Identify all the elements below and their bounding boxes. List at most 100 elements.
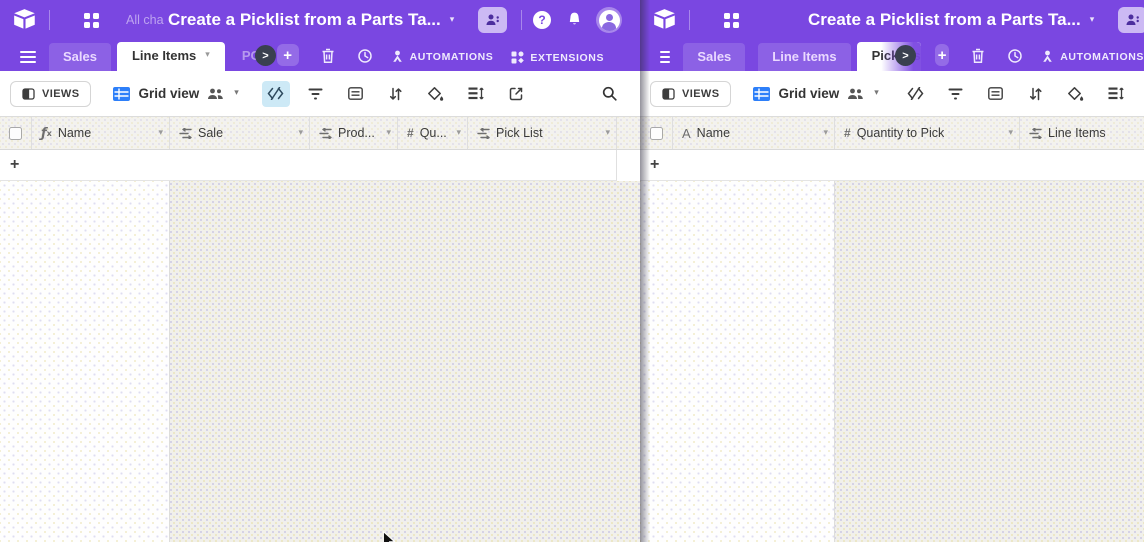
search-button[interactable] bbox=[595, 81, 623, 107]
group-icon bbox=[348, 87, 363, 100]
views-sidebar-toggle-button[interactable]: VIEWS bbox=[10, 81, 91, 107]
base-title: Create a Picklist from a Parts Ta... bbox=[168, 10, 441, 30]
chevron-down-icon[interactable]: ▾ bbox=[605, 129, 610, 138]
number-field-icon: # bbox=[407, 126, 414, 140]
search-icon bbox=[602, 86, 617, 101]
user-avatar[interactable] bbox=[596, 7, 622, 33]
chevron-down-icon[interactable]: ▾ bbox=[456, 129, 461, 138]
chevron-down-icon[interactable]: ▾ bbox=[158, 129, 163, 138]
column-header-product[interactable]: Prod... ▾ bbox=[310, 117, 398, 149]
column-header-sale[interactable]: Sale ▾ bbox=[170, 117, 310, 149]
trash-icon[interactable] bbox=[971, 48, 985, 64]
views-sidebar-toggle-button[interactable]: VIEWS bbox=[650, 81, 731, 107]
airtable-logo-icon[interactable] bbox=[652, 8, 678, 32]
base-title-button[interactable]: Create a Picklist from a Parts Ta... ▾ bbox=[808, 0, 1094, 40]
share-view-button[interactable] bbox=[502, 81, 530, 107]
share-collaborators-button[interactable] bbox=[478, 7, 507, 33]
mouse-cursor bbox=[383, 531, 396, 542]
top-header-bar: All cha Create a Picklist from a Parts T… bbox=[0, 0, 640, 40]
chevron-down-icon: ▾ bbox=[234, 89, 239, 98]
add-table-button[interactable]: + bbox=[935, 44, 949, 66]
current-view-selector[interactable]: Grid view ▾ bbox=[753, 86, 878, 101]
single-line-text-field-icon: A bbox=[682, 126, 691, 141]
collaborators-icon bbox=[847, 88, 864, 100]
views-sidebar-icon bbox=[22, 88, 35, 100]
sort-button[interactable] bbox=[1022, 81, 1050, 107]
chevron-down-icon[interactable]: ▾ bbox=[823, 129, 828, 138]
primary-column-strip bbox=[0, 181, 170, 542]
view-toolbar: VIEWS Grid view ▾ bbox=[640, 71, 1144, 117]
trash-icon[interactable] bbox=[321, 48, 335, 64]
row-height-icon bbox=[1108, 87, 1124, 100]
row-height-icon bbox=[468, 87, 484, 100]
app-switcher-icon[interactable] bbox=[84, 13, 99, 28]
table-tab-bar: Sales Line Items Pick List > + AUTOMATIO… bbox=[640, 40, 1144, 71]
chevron-right-overlay-icon: > bbox=[895, 45, 916, 66]
add-table-button[interactable]: + bbox=[277, 44, 299, 66]
filter-button[interactable] bbox=[302, 81, 330, 107]
column-header-name[interactable]: A Name ▾ bbox=[673, 117, 835, 149]
filter-icon bbox=[948, 88, 963, 100]
header-divider bbox=[689, 10, 690, 30]
base-title-button[interactable]: Create a Picklist from a Parts Ta... ▾ bbox=[168, 0, 454, 40]
column-header-quantity-to-pick[interactable]: # Quantity to Pick ▾ bbox=[835, 117, 1020, 149]
extensions-nav[interactable]: EXTENSIONS bbox=[511, 51, 604, 64]
chevron-right-overlay-icon: > bbox=[255, 45, 276, 66]
automations-nav[interactable]: AUTOMATIONS bbox=[391, 50, 494, 64]
column-header-row: ƒx Name ▾ Sale ▾ Prod... ▾ # Qu... ▾ bbox=[0, 117, 640, 150]
row-height-button[interactable] bbox=[1102, 81, 1130, 107]
add-record-row[interactable]: + bbox=[640, 150, 1144, 181]
automations-icon bbox=[391, 50, 404, 64]
select-all-checkbox[interactable] bbox=[0, 117, 32, 149]
sort-icon bbox=[389, 87, 402, 101]
airtable-logo-icon[interactable] bbox=[12, 8, 38, 32]
grid-view-icon bbox=[753, 87, 770, 101]
header-divider bbox=[49, 10, 50, 30]
row-height-button[interactable] bbox=[462, 81, 490, 107]
top-header-bar: Create a Picklist from a Parts Ta... ▾ bbox=[640, 0, 1144, 40]
notifications-bell-icon[interactable] bbox=[566, 11, 583, 28]
sidebar-menu-icon[interactable] bbox=[20, 51, 36, 63]
current-view-selector[interactable]: Grid view ▾ bbox=[113, 86, 238, 101]
column-header-name[interactable]: ƒx Name ▾ bbox=[32, 117, 170, 149]
empty-grid-area bbox=[640, 181, 1144, 542]
tab-line-items[interactable]: Line Items bbox=[758, 43, 850, 71]
hide-fields-button[interactable] bbox=[262, 81, 290, 107]
help-button[interactable]: ? bbox=[533, 11, 551, 29]
linked-record-field-icon bbox=[179, 128, 192, 139]
tab-sales[interactable]: Sales bbox=[683, 43, 745, 71]
chevron-down-icon[interactable]: ▾ bbox=[386, 129, 391, 138]
paint-bucket-icon bbox=[428, 87, 444, 101]
color-button[interactable] bbox=[1062, 81, 1090, 107]
automations-nav[interactable]: AUTOMATIONS bbox=[1041, 50, 1144, 64]
filter-button[interactable] bbox=[942, 81, 970, 107]
views-sidebar-icon bbox=[662, 88, 675, 100]
history-icon[interactable] bbox=[1007, 48, 1023, 64]
sort-icon bbox=[1029, 87, 1042, 101]
app-switcher-icon[interactable] bbox=[724, 13, 739, 28]
group-icon bbox=[988, 87, 1003, 100]
chevron-down-icon[interactable]: ▾ bbox=[1008, 129, 1013, 138]
view-toolbar: VIEWS Grid view ▾ bbox=[0, 71, 640, 117]
sort-button[interactable] bbox=[382, 81, 410, 107]
column-header-line-items[interactable]: Line Items ▾ bbox=[1020, 117, 1144, 149]
hide-fields-button[interactable] bbox=[902, 81, 930, 107]
sidebar-menu-icon[interactable] bbox=[660, 51, 670, 63]
header-divider bbox=[521, 10, 522, 30]
tab-line-items-active[interactable]: Line Items ▾ bbox=[117, 42, 225, 71]
share-view-icon bbox=[509, 87, 523, 101]
chevron-down-icon[interactable]: ▾ bbox=[298, 129, 303, 138]
filter-icon bbox=[308, 88, 323, 100]
group-button[interactable] bbox=[982, 81, 1010, 107]
add-record-plus-icon: + bbox=[650, 157, 659, 173]
share-collaborators-button[interactable] bbox=[1118, 7, 1144, 33]
history-icon[interactable] bbox=[357, 48, 373, 64]
column-header-quantity[interactable]: # Qu... ▾ bbox=[398, 117, 468, 149]
screenshot-stage: All cha Create a Picklist from a Parts T… bbox=[0, 0, 1144, 542]
column-header-pick-list[interactable]: Pick List ▾ bbox=[468, 117, 617, 149]
tab-sales[interactable]: Sales bbox=[49, 43, 111, 71]
group-button[interactable] bbox=[342, 81, 370, 107]
add-record-row[interactable]: + bbox=[0, 150, 617, 181]
color-button[interactable] bbox=[422, 81, 450, 107]
select-all-checkbox[interactable] bbox=[640, 117, 673, 149]
